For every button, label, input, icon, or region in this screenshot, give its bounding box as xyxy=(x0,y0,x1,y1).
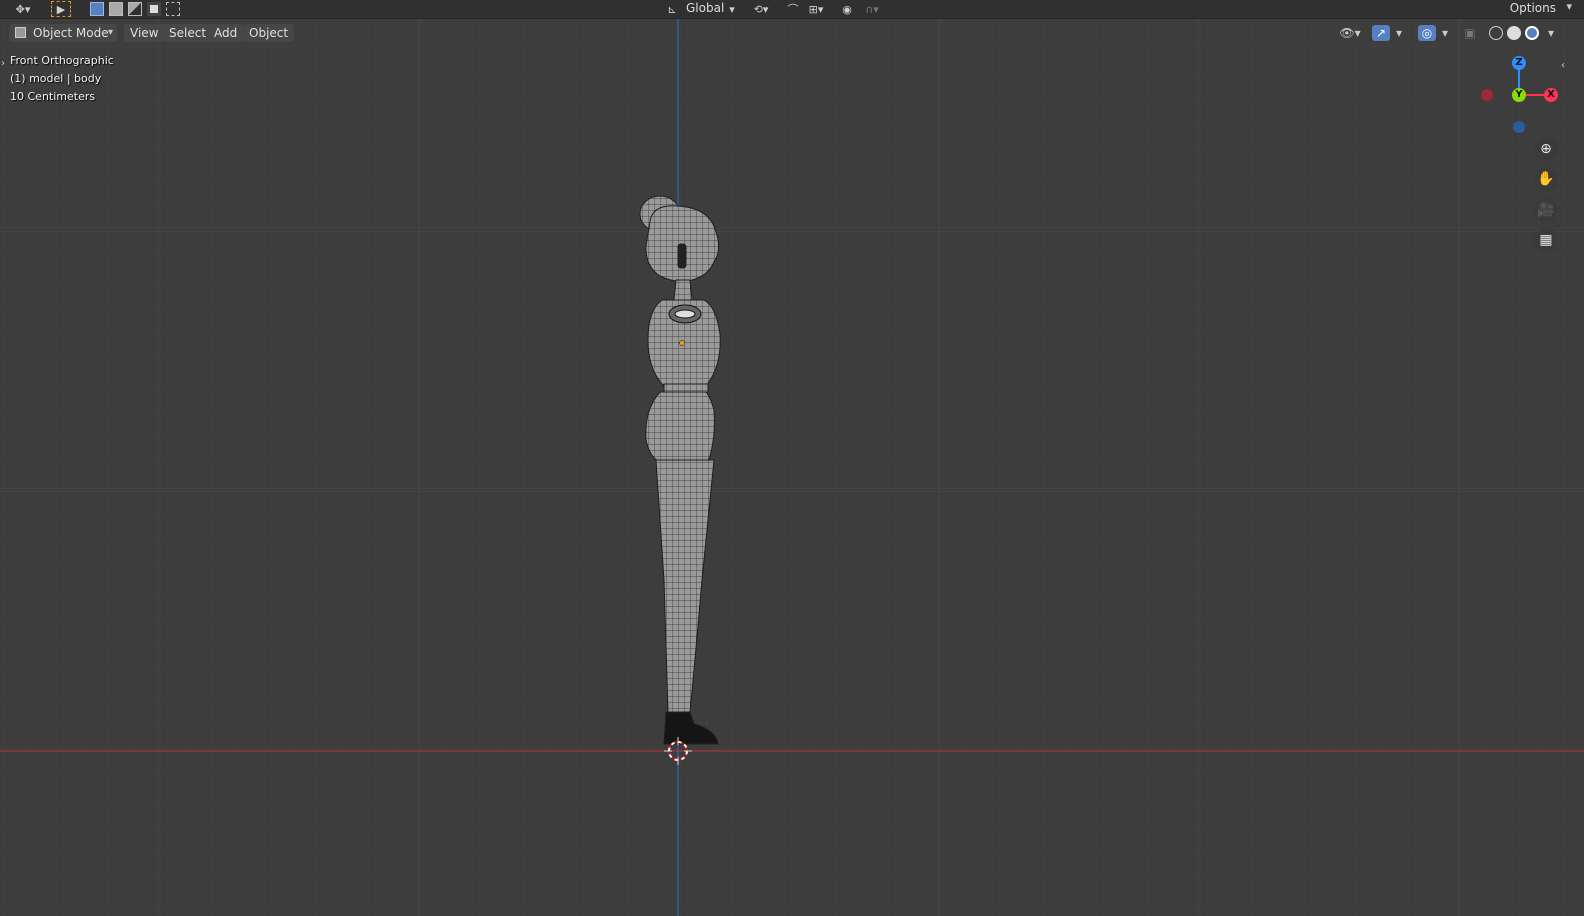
solid-shading-icon[interactable] xyxy=(1507,26,1521,40)
gizmo-y-axis[interactable]: Y xyxy=(1512,88,1526,102)
grid-scale-label: 10 Centimeters xyxy=(10,90,96,103)
snap-target-icon[interactable]: ⊞▾ xyxy=(802,1,830,17)
chevron-down-icon: ▾ xyxy=(107,27,113,38)
tool-header: ✥▾ ▶ ⊾ Global ▾ ⟲▾ ⌒ ⊞▾ ◉ ∩▾ Options ▾ xyxy=(0,0,1584,19)
view-menu[interactable]: View xyxy=(124,24,165,42)
gizmo-z-axis[interactable]: Z xyxy=(1512,56,1526,70)
pivot-point-icon[interactable]: ⟲▾ xyxy=(749,1,773,17)
editor-type-icon[interactable]: ✥▾ xyxy=(10,1,36,17)
select-menu[interactable]: Select xyxy=(163,24,213,42)
3d-viewport[interactable] xyxy=(0,19,1584,916)
mode-dropdown[interactable]: Object Mode ▾ xyxy=(9,24,117,42)
wireframe-shading-icon[interactable] xyxy=(1489,26,1503,40)
chevron-down-icon[interactable]: ▾ xyxy=(1438,25,1452,41)
falloff-icon[interactable]: ∩▾ xyxy=(858,1,886,17)
zoom-icon[interactable]: ⊕ xyxy=(1534,137,1558,161)
object-menu[interactable]: Object xyxy=(243,24,295,42)
add-menu[interactable]: Add xyxy=(208,24,244,42)
select-mode-invert-icon[interactable] xyxy=(146,1,162,17)
visibility-eye-icon[interactable]: 👁▾ xyxy=(1335,25,1365,41)
chevron-down-icon[interactable]: ▾ xyxy=(1392,25,1406,41)
options-menu[interactable]: Options xyxy=(1510,1,1556,15)
select-mode-intersect-icon[interactable] xyxy=(165,1,181,17)
material-preview-shading-icon[interactable] xyxy=(1525,26,1539,40)
select-mode-subtract-icon[interactable] xyxy=(127,1,143,17)
chevron-down-icon[interactable]: ▾ xyxy=(1544,25,1558,41)
camera-icon[interactable]: 🎥 xyxy=(1534,198,1558,222)
snap-toggle-icon[interactable]: ⌒ xyxy=(784,1,802,17)
mode-label: Object Mode xyxy=(33,26,109,40)
transform-orientation-dropdown[interactable]: Global xyxy=(686,1,724,15)
select-tool-icon[interactable]: ▶ xyxy=(51,1,71,17)
xray-toggle-icon[interactable]: ▣ xyxy=(1462,25,1478,41)
gizmo-x-axis[interactable]: X xyxy=(1544,88,1558,102)
select-mode-new-icon[interactable] xyxy=(89,1,105,17)
overlays-toggle-icon[interactable]: ◎ xyxy=(1418,25,1436,41)
gizmo-toggle-icon[interactable]: ↗ xyxy=(1372,25,1390,41)
object-info-label: (1) model | body xyxy=(10,72,102,85)
transform-orientation-icon[interactable]: ⊾ xyxy=(664,1,680,17)
chevron-down-icon[interactable]: ▾ xyxy=(1566,0,1572,13)
chevron-right-icon[interactable]: › xyxy=(1,58,5,69)
object-mode-icon xyxy=(15,27,26,38)
select-mode-extend-icon[interactable] xyxy=(108,1,124,17)
grid-icon[interactable]: ▦ xyxy=(1534,228,1558,252)
viewport-grid xyxy=(0,19,1584,916)
chevron-down-icon[interactable]: ▾ xyxy=(727,1,737,17)
view-name-label: Front Orthographic xyxy=(10,54,114,67)
proportional-edit-icon[interactable]: ◉ xyxy=(840,1,854,17)
pan-hand-icon[interactable]: ✋ xyxy=(1534,167,1558,191)
